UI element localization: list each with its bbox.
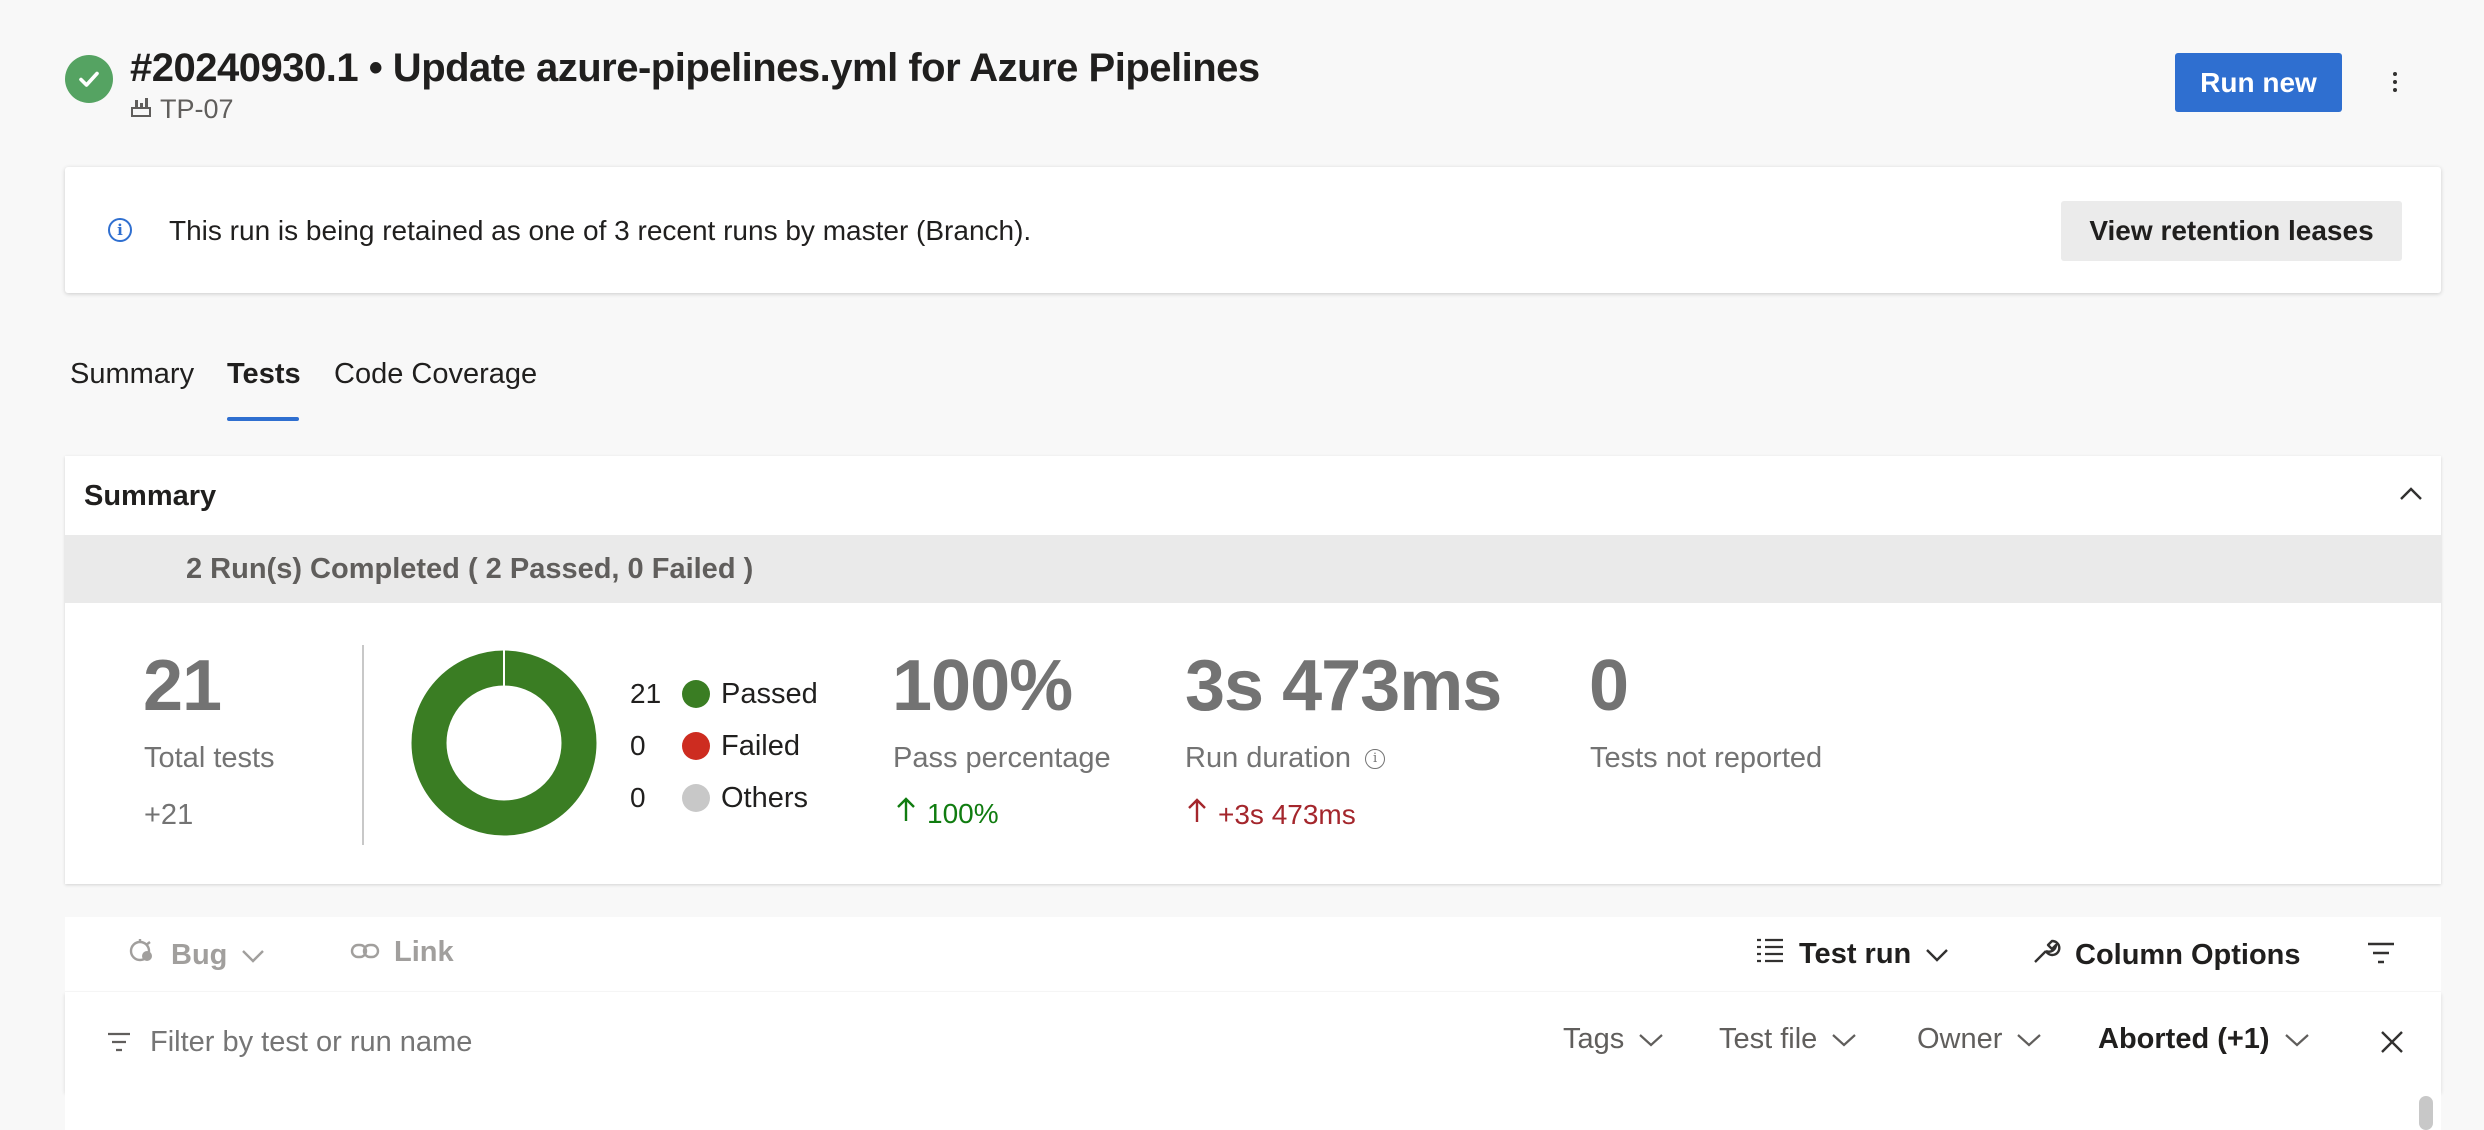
outcome-filter-dropdown[interactable]: Aborted (+1) [2098,1023,2310,1056]
view-retention-leases-button[interactable]: View retention leases [2061,201,2402,261]
legend-passed-label: Passed [721,678,818,710]
run-duration-label: Run duration [1185,742,1352,774]
filter-icon [106,1031,132,1058]
filter-test-input[interactable] [150,1026,750,1059]
legend-others-label: Others [721,782,809,814]
tags-filter-dropdown[interactable]: Tags [1563,1023,1664,1056]
legend-others-dot [682,784,710,812]
bug-label: Bug [171,938,228,971]
pass-percentage-value: 100% [892,646,1073,726]
run-duration-trend: +3s 473ms [1186,798,1356,831]
run-status-success-icon [65,55,113,103]
collapse-chevron-up-icon[interactable] [2397,480,2425,508]
pipeline-icon [130,94,152,125]
outcome-filter-label: Aborted (+1) [2098,1023,2270,1055]
chevron-down-icon [2016,1023,2042,1056]
retention-message: This run is being retained as one of 3 r… [169,215,1032,246]
runs-completed-text: 2 Run(s) Completed ( 2 Passed, 0 Failed … [186,553,754,585]
test-file-filter-dropdown[interactable]: Test file [1719,1023,1857,1056]
summary-title: Summary [84,480,217,512]
bug-icon [127,936,157,974]
not-reported-value: 0 [1589,646,1629,726]
active-tab-indicator [227,417,299,421]
bug-dropdown[interactable]: Bug [127,936,265,974]
link-button[interactable]: Link [350,936,454,969]
pipeline-subtitle: TP-07 [130,94,234,125]
owner-filter-label: Owner [1917,1023,2003,1055]
run-duration-trend-value: +3s 473ms [1218,798,1356,830]
run-duration-info-icon[interactable]: i [1365,748,1386,769]
legend-passed-count: 21 [630,678,662,709]
summary-divider [362,645,364,845]
results-list-area [65,1092,2441,1130]
chevron-down-icon [2284,1023,2310,1056]
legend-passed-dot [682,680,710,708]
vertical-scrollbar[interactable] [2419,1096,2433,1130]
tab-code-coverage[interactable]: Code Coverage [334,358,537,391]
pipeline-name: TP-07 [160,94,234,124]
pass-percentage-trend: 100% [895,797,999,830]
list-icon [1755,936,1785,972]
tab-tests[interactable]: Tests [227,358,301,391]
total-tests-delta: +21 [144,799,194,831]
filter-toggle-icon[interactable] [2366,940,2396,971]
link-label: Link [394,936,454,968]
run-duration-value: 3s 473ms [1185,646,1502,726]
test-outcome-donut-chart [411,650,597,836]
owner-filter-dropdown[interactable]: Owner [1917,1023,2042,1056]
total-tests-label: Total tests [144,742,275,774]
column-options-button[interactable]: Column Options [2031,936,2301,974]
not-reported-label: Tests not reported [1590,742,1823,774]
chevron-down-icon [1831,1023,1857,1056]
arrow-up-icon [1186,798,1208,831]
tab-summary[interactable]: Summary [70,358,194,391]
pass-percentage-label: Pass percentage [893,742,1111,774]
test-file-filter-label: Test file [1719,1023,1818,1055]
more-actions-icon[interactable] [2378,60,2412,104]
chevron-down-icon [1925,938,1949,971]
column-options-label: Column Options [2075,938,2301,971]
legend-failed-label: Failed [721,730,800,762]
donut-slice-passed [411,650,597,836]
legend-failed-dot [682,732,710,760]
pass-percentage-trend-value: 100% [927,797,999,829]
arrow-up-icon [895,797,917,830]
run-duration-label-group: Run duration i [1185,742,1386,775]
chevron-down-icon [241,939,265,972]
total-tests-value: 21 [143,646,222,726]
legend-failed-count: 0 [630,730,646,761]
page-title: #20240930.1 • Update azure-pipelines.yml… [130,46,1260,90]
wrench-icon [2031,936,2061,974]
chevron-down-icon [1638,1023,1664,1056]
clear-filters-close-icon[interactable] [2379,1029,2405,1060]
test-run-label: Test run [1799,937,1912,970]
link-icon [350,936,380,969]
run-new-button[interactable]: Run new [2175,53,2342,112]
test-run-group-dropdown[interactable]: Test run [1755,936,1949,972]
legend-others-count: 0 [630,782,646,813]
tags-filter-label: Tags [1563,1023,1625,1055]
info-icon: i [108,218,132,242]
